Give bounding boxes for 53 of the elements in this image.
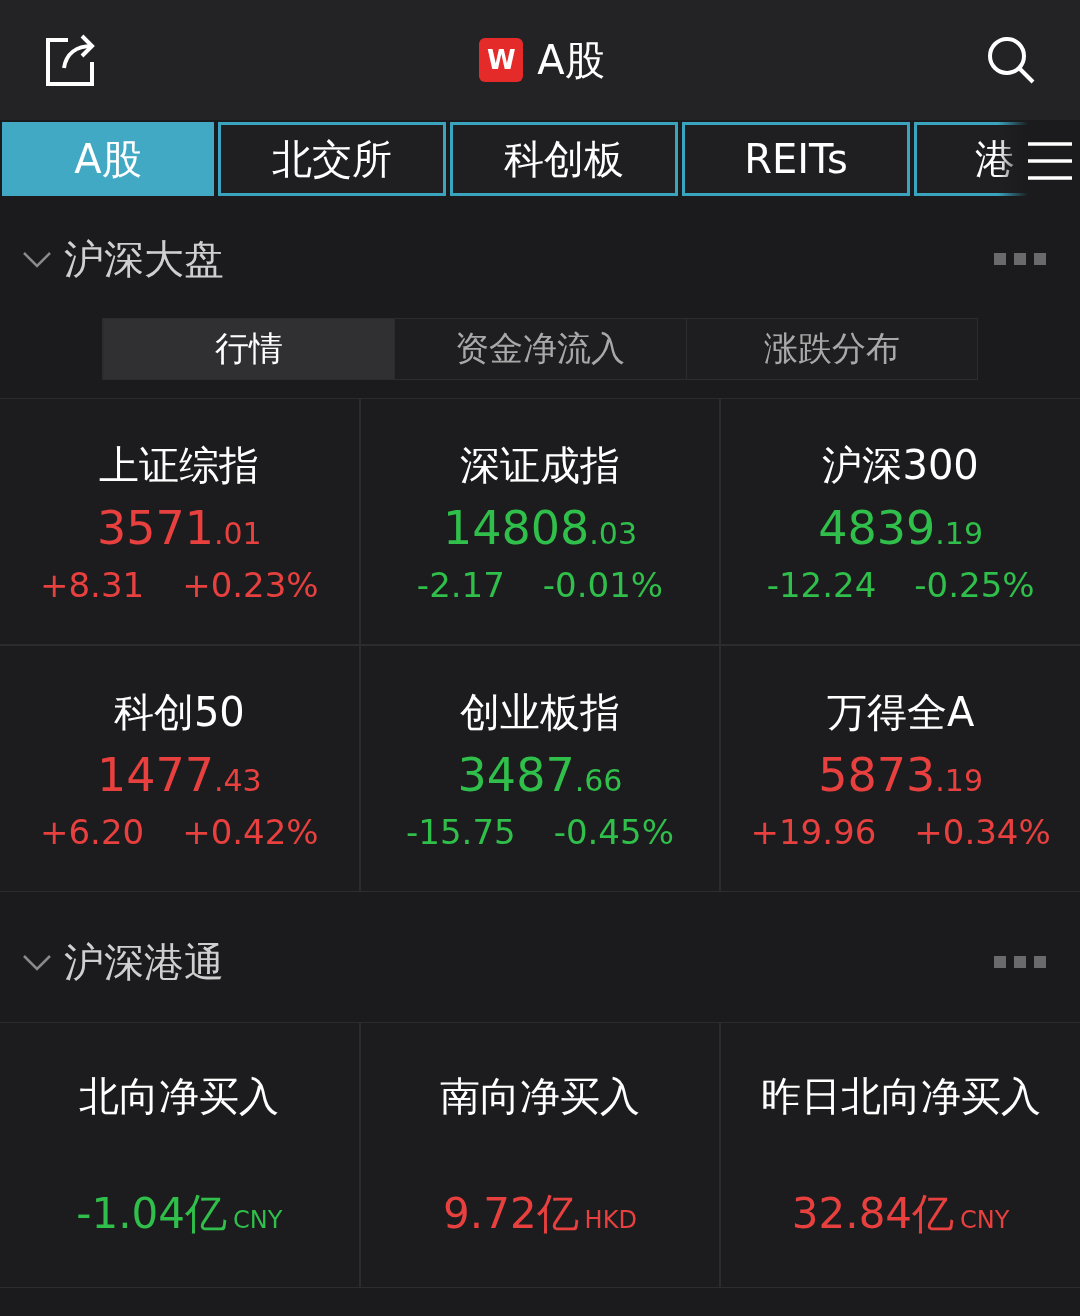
index-card[interactable]: 创业板指 3487.66 -15.75 -0.45% bbox=[360, 646, 720, 891]
market-tab[interactable]: REITs bbox=[682, 122, 910, 196]
market-tab[interactable]: 北交所 bbox=[218, 122, 446, 196]
change-value: +19.96 bbox=[750, 812, 877, 852]
index-value: 14808.03 bbox=[442, 501, 637, 555]
section-title: 沪深港通 bbox=[64, 937, 225, 987]
change-value: +8.31 bbox=[39, 565, 145, 605]
index-name: 上证综指 bbox=[99, 441, 260, 490]
index-value: 4839.19 bbox=[818, 501, 984, 555]
segment-tab[interactable]: 行情 bbox=[103, 319, 395, 379]
change-percent: +0.23% bbox=[182, 565, 319, 605]
change-percent: -0.45% bbox=[553, 812, 674, 852]
flow-name: 昨日北向净买入 bbox=[760, 1071, 1041, 1121]
index-value: 5873.19 bbox=[818, 748, 984, 802]
index-name: 万得全A bbox=[826, 688, 975, 737]
change-percent: +0.42% bbox=[182, 812, 319, 852]
index-value: 1477.43 bbox=[96, 748, 262, 802]
index-name: 沪深300 bbox=[822, 441, 979, 490]
flow-amount: -1.04亿 CNY bbox=[76, 1187, 283, 1240]
index-card[interactable]: 沪深300 4839.19 -12.24 -0.25% bbox=[721, 399, 1080, 644]
index-value: 3571.01 bbox=[96, 501, 262, 555]
section-title: 沪深大盘 bbox=[64, 234, 225, 284]
flow-amount: 32.84亿 CNY bbox=[791, 1187, 1010, 1240]
flow-name: 北向净买入 bbox=[79, 1071, 280, 1121]
index-name: 深证成指 bbox=[460, 441, 620, 490]
search-icon[interactable] bbox=[986, 35, 1036, 85]
flow-name: 南向净买入 bbox=[440, 1071, 640, 1121]
flow-card[interactable]: 昨日北向净买入 32.84亿 CNY bbox=[721, 1023, 1080, 1287]
change-value: +6.20 bbox=[39, 812, 145, 852]
page-title: A股 bbox=[537, 35, 605, 85]
change-value: -12.24 bbox=[766, 565, 877, 605]
index-value: 3487.66 bbox=[457, 748, 623, 802]
chevron-icon[interactable] bbox=[22, 250, 52, 268]
index-card[interactable]: 上证综指 3571.01 +8.31 +0.23% bbox=[0, 399, 359, 644]
index-card[interactable]: 万得全A 5873.19 +19.96 +0.34% bbox=[721, 646, 1080, 891]
change-value: -15.75 bbox=[406, 812, 516, 852]
index-card[interactable]: 深证成指 14808.03 -2.17 -0.01% bbox=[360, 399, 720, 644]
chevron-icon[interactable] bbox=[22, 953, 52, 971]
app-logo: W bbox=[479, 38, 524, 82]
index-name: 创业板指 bbox=[460, 688, 620, 737]
menu-icon[interactable] bbox=[1028, 141, 1072, 181]
index-card[interactable]: 科创50 1477.43 +6.20 +0.42% bbox=[0, 646, 359, 891]
change-value: -2.17 bbox=[416, 565, 505, 605]
flow-amount: 9.72亿 HKD bbox=[443, 1187, 637, 1240]
change-percent: -0.01% bbox=[542, 565, 664, 605]
market-tab[interactable]: 科创板 bbox=[450, 122, 678, 196]
more-icon[interactable] bbox=[994, 253, 1046, 265]
more-icon[interactable] bbox=[994, 956, 1046, 968]
flow-card[interactable]: 北向净买入 -1.04亿 CNY bbox=[0, 1023, 359, 1287]
index-name: 科创50 bbox=[113, 688, 245, 737]
flow-card[interactable]: 南向净买入 9.72亿 HKD bbox=[360, 1023, 720, 1287]
change-percent: +0.34% bbox=[914, 812, 1051, 852]
change-percent: -0.25% bbox=[914, 565, 1035, 605]
